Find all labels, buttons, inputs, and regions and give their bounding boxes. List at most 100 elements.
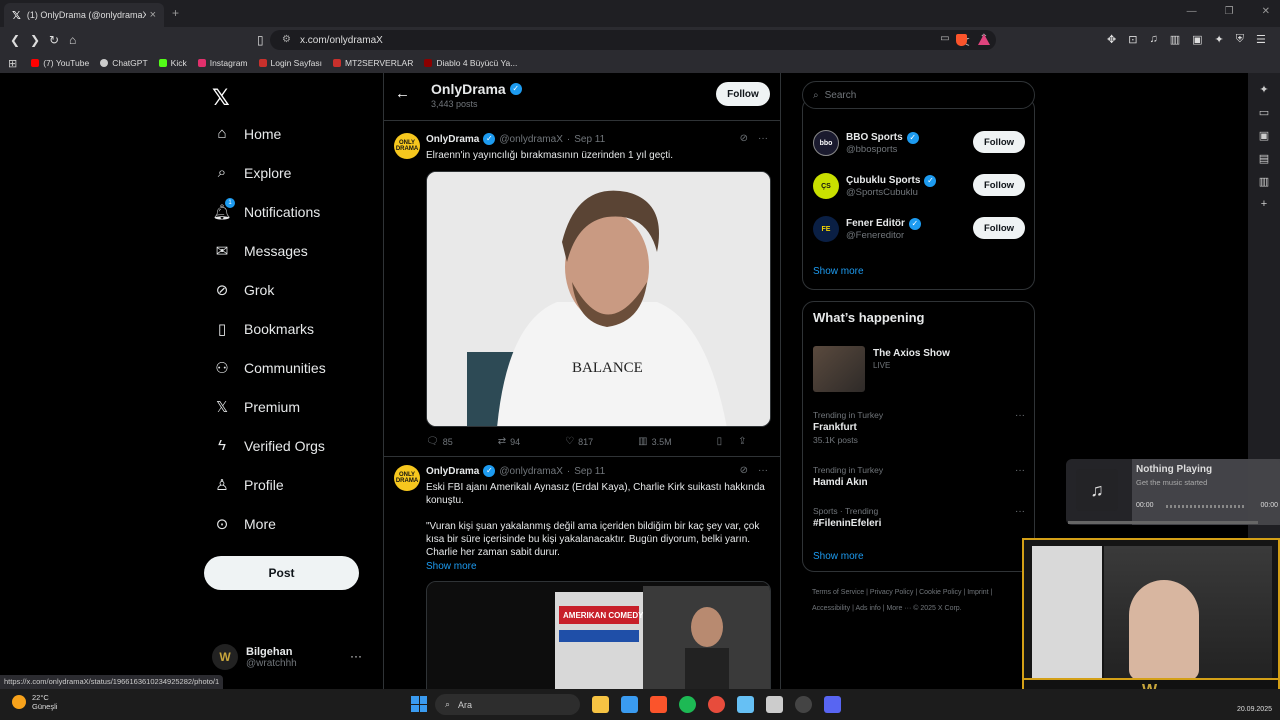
history-icon[interactable]: ▥: [1259, 175, 1269, 188]
spotify-icon[interactable]: [679, 696, 696, 713]
wallet-icon[interactable]: ▣: [1259, 129, 1269, 142]
tweet-author[interactable]: OnlyDrama: [426, 134, 479, 145]
bookmark-instagram[interactable]: Instagram: [197, 58, 248, 68]
show-more-link[interactable]: Show more: [426, 561, 477, 572]
wallet-icon[interactable]: ▣: [1192, 33, 1202, 46]
bookmark-youtube[interactable]: (7) YouTube: [31, 58, 89, 68]
avatar[interactable]: ONLY DRAMA: [394, 465, 420, 491]
vpn-icon[interactable]: ⛨: [1236, 33, 1244, 46]
more-dots-icon[interactable]: ···: [758, 133, 768, 144]
taskbar-search[interactable]: ⌕ Ara: [435, 694, 580, 715]
nav-notifications[interactable]: 🔔︎ 1 Notifications: [212, 198, 320, 221]
tweet-image[interactable]: BALANCE: [426, 171, 771, 427]
avatar[interactable]: ONLY DRAMA: [394, 133, 420, 159]
windows-start-icon[interactable]: [411, 696, 427, 712]
restore-icon[interactable]: ❐: [1225, 6, 1234, 17]
music-icon[interactable]: ♫: [1149, 33, 1157, 46]
trend-item[interactable]: Trending in Turkey Hamdi Akın ···: [813, 465, 1025, 488]
follow-button[interactable]: Follow: [973, 131, 1025, 153]
tweet[interactable]: ONLY DRAMA OnlyDrama ✓ @onlydramaX · Sep…: [384, 125, 780, 457]
menu-icon[interactable]: ☰: [1256, 33, 1266, 46]
more-dots-icon[interactable]: ···: [1015, 506, 1025, 517]
discord-icon[interactable]: [824, 696, 841, 713]
url-field[interactable]: ⚙ x.com/onlydramaX ▭ 文 ⇪: [270, 30, 996, 50]
suggested-account[interactable]: FE Fener Editör ✓ @Fenereditor Follow: [813, 214, 1025, 244]
tweet-handle[interactable]: @onlydramaX: [499, 466, 563, 477]
nav-home[interactable]: ⌂ Home: [212, 125, 281, 142]
nav-explore[interactable]: ⌕ Explore: [212, 164, 292, 181]
tweet-date[interactable]: Sep 11: [574, 134, 605, 145]
account-switcher[interactable]: W Bilgehan @wratchhh ···: [212, 641, 372, 673]
music-progress[interactable]: [1166, 505, 1246, 508]
grok-icon[interactable]: ⊘: [740, 465, 748, 476]
close-window-icon[interactable]: ✕: [1262, 6, 1270, 17]
reload-icon[interactable]: ↻: [49, 33, 59, 47]
site-info-icon[interactable]: ⚙: [282, 34, 291, 45]
x-logo-icon[interactable]: 𝕏: [212, 85, 230, 111]
trend-item[interactable]: Trending in Turkey Frankfurt 35.1K posts…: [813, 410, 1025, 445]
tweet-author[interactable]: OnlyDrama: [426, 466, 479, 477]
brave-rewards-icon[interactable]: [978, 34, 990, 48]
weather-widget[interactable]: 22°C Güneşli: [12, 693, 57, 711]
add-panel-icon[interactable]: +: [1261, 198, 1267, 210]
trend-item[interactable]: Sports · Trending #FileninEfeleri ···: [813, 506, 1025, 529]
bookmark-mt2serverlar[interactable]: MT2SERVERLAR: [333, 58, 413, 68]
nav-grok[interactable]: ⊘ Grok: [212, 281, 275, 299]
music-note-icon[interactable]: ♫: [1076, 469, 1118, 511]
more-dots-icon[interactable]: ···: [350, 649, 362, 663]
bookmark-kick[interactable]: Kick: [158, 58, 187, 68]
back-icon[interactable]: ❮: [10, 33, 20, 47]
more-dots-icon[interactable]: ···: [1015, 410, 1025, 421]
obs-icon[interactable]: [795, 696, 812, 713]
share-button[interactable]: ⇪: [738, 436, 750, 447]
show-more-link[interactable]: Show more: [813, 551, 864, 562]
minimize-icon[interactable]: —: [1187, 6, 1197, 17]
show-more-link[interactable]: Show more: [813, 266, 864, 277]
grok-icon[interactable]: ⊘: [740, 133, 748, 144]
follow-button[interactable]: Follow: [716, 82, 770, 106]
follow-button[interactable]: Follow: [973, 174, 1025, 196]
app-icon[interactable]: [708, 696, 725, 713]
extensions-icon[interactable]: ✥: [1107, 33, 1116, 46]
bookmark-login[interactable]: Login Sayfası: [258, 58, 322, 68]
nav-profile[interactable]: ♙ Profile: [212, 476, 283, 494]
live-event[interactable]: The Axios Show LIVE: [813, 346, 1025, 392]
new-tab-button[interactable]: +: [172, 6, 179, 20]
footer-links[interactable]: Terms of Service | Privacy Policy | Cook…: [812, 585, 1032, 617]
brave-icon[interactable]: [650, 696, 667, 713]
back-arrow-icon[interactable]: ←: [395, 85, 410, 102]
bookmarks-icon[interactable]: ▤: [1259, 152, 1269, 165]
search-input[interactable]: ⌕ Search: [802, 81, 1035, 109]
screenshot-icon[interactable]: ⊡: [1128, 33, 1137, 46]
views-button[interactable]: ▥ 3.5M: [638, 436, 671, 447]
forward-icon[interactable]: ❯: [30, 33, 40, 47]
tweet[interactable]: ONLY DRAMA OnlyDrama ✓ @onlydramaX · Sep…: [384, 457, 780, 689]
steam-icon[interactable]: [737, 696, 754, 713]
tweet-date[interactable]: Sep 11: [574, 466, 605, 477]
bookmark-chatgpt[interactable]: ChatGPT: [100, 58, 148, 68]
suggested-account[interactable]: ÇS Çubuklu Sports ✓ @SportsCubuklu Follow: [813, 171, 1025, 201]
tweet-handle[interactable]: @onlydramaX: [499, 134, 563, 145]
more-dots-icon[interactable]: ···: [1015, 465, 1025, 476]
nav-premium[interactable]: 𝕏 Premium: [212, 398, 300, 416]
bookmark-page-icon[interactable]: ▯: [257, 33, 264, 47]
nav-communities[interactable]: ⚇ Communities: [212, 359, 325, 377]
music-volume-bar[interactable]: [1068, 521, 1258, 524]
browser-tab[interactable]: 𝕏 (1) OnlyDrama (@onlydramaX) / ×: [4, 3, 164, 27]
brave-shield-icon[interactable]: [956, 34, 967, 49]
like-button[interactable]: ♡ 817: [565, 436, 593, 447]
more-dots-icon[interactable]: ···: [758, 465, 768, 476]
nav-messages[interactable]: ✉ Messages: [212, 242, 308, 260]
nav-verified-orgs[interactable]: ϟ Verified Orgs: [212, 437, 325, 454]
file-explorer-icon[interactable]: [592, 696, 609, 713]
suggested-account[interactable]: bbo BBO Sports ✓ @bbosports Follow: [813, 128, 1025, 158]
post-button[interactable]: Post: [204, 556, 359, 590]
apps-grid-icon[interactable]: ⊞: [8, 57, 17, 70]
repost-button[interactable]: ⇄ 94: [498, 436, 520, 447]
app-icon[interactable]: [766, 696, 783, 713]
reading-list-icon[interactable]: ▭: [1259, 106, 1269, 119]
tab-close-icon[interactable]: ×: [150, 9, 156, 21]
cast-icon[interactable]: ▭: [940, 33, 949, 48]
leo-ai-icon[interactable]: ✦: [1259, 83, 1268, 96]
reply-button[interactable]: 🗨︎ 85: [426, 436, 453, 447]
